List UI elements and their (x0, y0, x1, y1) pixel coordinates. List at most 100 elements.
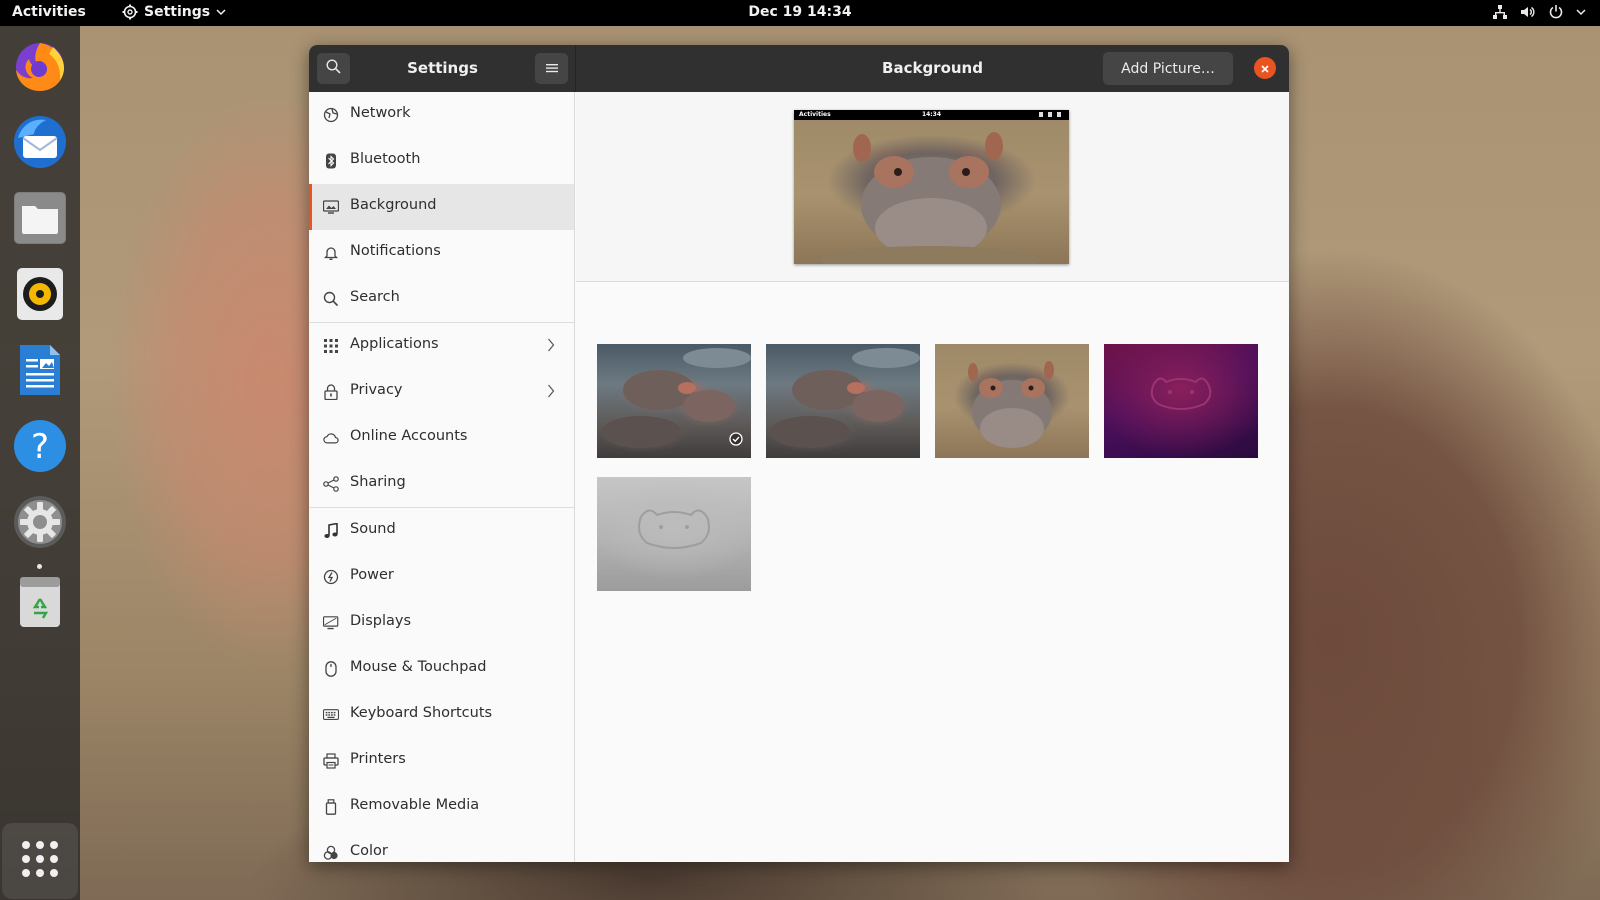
preview-area: Activities 14:34 (576, 92, 1289, 282)
sidebar-item-label: Displays (350, 613, 412, 629)
printer-icon (323, 753, 339, 769)
network-icon (323, 107, 339, 123)
sidebar-item-background[interactable]: Background (309, 184, 574, 230)
hippo-group-photo (601, 348, 751, 448)
preview-top-bar: Activities 14:34 (794, 110, 1069, 120)
current-background-preview: Activities 14:34 (794, 110, 1069, 264)
sidebar-item-label: Background (350, 197, 437, 213)
preview-tray-icons (1039, 112, 1063, 117)
sidebar-item-online-accounts[interactable]: Online Accounts (309, 415, 574, 461)
cloud-icon (323, 430, 339, 446)
preview-clock: 14:34 (921, 111, 942, 118)
search-icon (323, 291, 339, 307)
hippo-group-photo (770, 348, 920, 448)
settings-window: Settings Background Add Picture… Network… (309, 45, 1289, 862)
firefox-icon[interactable] (12, 38, 68, 94)
sidebar-item-printers[interactable]: Printers (309, 738, 574, 784)
sidebar-item-label: Sound (350, 521, 396, 537)
thunderbird-icon[interactable] (12, 114, 68, 170)
sidebar-item-mouse-touchpad[interactable]: Mouse & Touchpad (309, 646, 574, 692)
sidebar-item-label: Applications (350, 336, 439, 352)
sidebar-item-label: Keyboard Shortcuts (350, 705, 493, 721)
grid-icon (323, 338, 339, 354)
settings-icon[interactable] (12, 494, 68, 550)
wallpaper-thumbnail[interactable] (766, 344, 920, 458)
sidebar-item-search[interactable]: Search (309, 276, 574, 322)
sidebar-item-label: Network (350, 105, 411, 121)
sidebar-item-displays[interactable]: Displays (309, 600, 574, 646)
trash-icon[interactable] (12, 574, 68, 630)
hippo-outline-logo (638, 509, 710, 549)
sidebar-item-label: Power (350, 567, 394, 583)
sidebar-item-power[interactable]: Power (309, 554, 574, 600)
header-bar: Settings Background Add Picture… (309, 45, 1289, 92)
clock[interactable]: Dec 19 14:34 (748, 4, 851, 20)
close-button[interactable] (1254, 57, 1276, 79)
sidebar-item-color[interactable]: Color (309, 830, 574, 862)
wallpaper-thumbnail[interactable] (597, 477, 751, 591)
sidebar-title: Settings (407, 59, 478, 77)
sidebar-item-label: Notifications (350, 243, 441, 259)
app-grid-icon (20, 839, 60, 883)
music-note-icon (323, 523, 339, 539)
sidebar-item-notifications[interactable]: Notifications (309, 230, 574, 276)
search-icon (326, 59, 341, 78)
hippo-photo (821, 132, 1041, 264)
sidebar-item-label: Bluetooth (350, 151, 421, 167)
sidebar-item-label: Online Accounts (350, 428, 468, 444)
hippo-face-photo (968, 361, 1054, 448)
help-icon[interactable]: ? (12, 418, 68, 474)
sidebar-item-label: Printers (350, 751, 406, 767)
sidebar-item-network[interactable]: Network (309, 92, 574, 138)
hamburger-menu-icon (545, 59, 558, 78)
power-icon (1548, 4, 1564, 20)
network-wired-icon (1492, 4, 1508, 20)
hippo-outline-logo (1150, 377, 1212, 410)
sidebar-item-label: Mouse & Touchpad (350, 659, 487, 675)
rhythmbox-icon[interactable] (12, 266, 68, 322)
sidebar-item-bluetooth[interactable]: Bluetooth (309, 138, 574, 184)
wallpaper-thumbnail[interactable] (935, 344, 1089, 458)
close-icon (1260, 59, 1270, 78)
color-icon (323, 845, 339, 861)
show-apps-button[interactable] (2, 823, 78, 899)
sidebar-item-privacy[interactable]: Privacy (309, 369, 574, 415)
background-icon (323, 199, 339, 215)
app-menu[interactable]: Settings (122, 4, 226, 20)
mouse-icon (323, 661, 339, 677)
gear-icon (122, 4, 138, 20)
svg-text:?: ? (31, 427, 49, 467)
top-bar: Activities Settings Dec 19 14:34 (0, 0, 1600, 26)
bell-icon (323, 245, 339, 261)
sidebar-item-applications[interactable]: Applications (309, 323, 574, 369)
share-icon (323, 476, 339, 492)
libreoffice-writer-icon[interactable] (12, 342, 68, 398)
running-indicator (37, 564, 42, 569)
main-menu-button[interactable] (535, 53, 568, 84)
chevron-right-icon (547, 384, 555, 402)
activities-button[interactable]: Activities (12, 4, 86, 20)
keyboard-icon (323, 707, 339, 723)
settings-sidebar: Network Bluetooth Background Notificatio… (309, 92, 575, 862)
sidebar-item-label: Privacy (350, 382, 403, 398)
sidebar-item-sound[interactable]: Sound (309, 508, 574, 554)
removable-media-icon (323, 799, 339, 815)
sidebar-item-label: Removable Media (350, 797, 480, 813)
app-menu-label: Settings (144, 4, 211, 20)
chevron-down-icon (216, 8, 226, 16)
sidebar-item-sharing[interactable]: Sharing (309, 461, 574, 507)
lock-icon (323, 384, 339, 400)
selected-check-icon (729, 431, 743, 450)
power-icon (323, 569, 339, 585)
search-button[interactable] (317, 53, 350, 84)
sidebar-item-keyboard-shortcuts[interactable]: Keyboard Shortcuts (309, 692, 574, 738)
wallpaper-thumbnail[interactable] (597, 344, 751, 458)
dock: ? (0, 26, 80, 900)
add-picture-button[interactable]: Add Picture… (1103, 52, 1233, 85)
system-tray[interactable] (1492, 4, 1586, 20)
files-icon[interactable] (12, 190, 68, 246)
wallpaper-thumbnail[interactable] (1104, 344, 1258, 458)
sidebar-item-removable-media[interactable]: Removable Media (309, 784, 574, 830)
chevron-right-icon (547, 338, 555, 356)
display-icon (323, 615, 339, 631)
